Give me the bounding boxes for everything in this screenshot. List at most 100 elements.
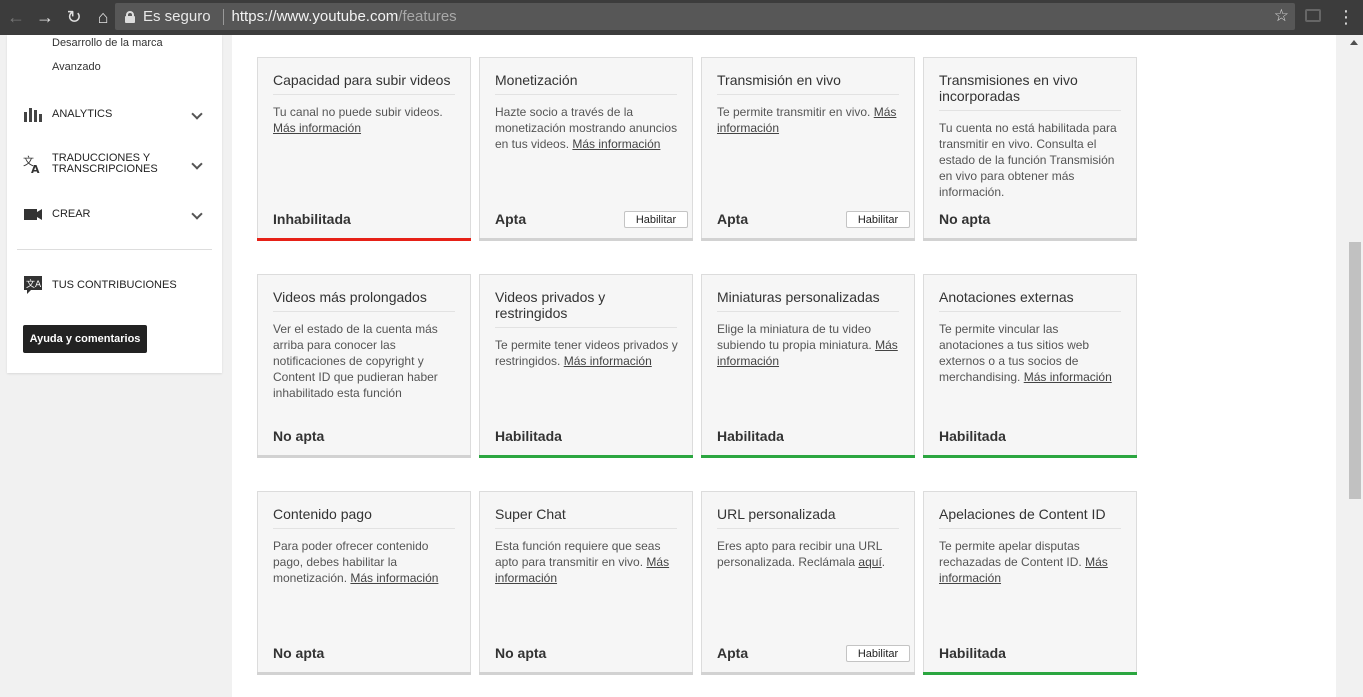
card-title: URL personalizada [717, 506, 899, 529]
help-feedback-button[interactable]: Ayuda y comentarios [23, 325, 147, 353]
home-icon[interactable]: ⌂ [90, 5, 116, 31]
feature-card-super-chat: Super Chat Esta función requiere que sea… [479, 491, 693, 675]
lock-icon [125, 10, 135, 23]
status-label: Apta [717, 211, 749, 227]
svg-text:文A: 文A [26, 278, 42, 290]
reload-icon[interactable]: ↻ [61, 5, 87, 31]
chevron-down-icon [191, 158, 203, 170]
sidebar-item-label: TRADUCCIONES Y TRANSCRIPCIONES [52, 153, 158, 175]
status-label: No apta [939, 211, 991, 227]
status-bar [923, 455, 1137, 458]
status-bar [701, 238, 915, 241]
sidebar-item-create[interactable]: CREAR [7, 197, 222, 231]
url-host: https://www.youtube.com [231, 8, 399, 25]
card-description: Te permite vincular las anotaciones a tu… [939, 321, 1123, 385]
card-description: Tu cuenta no está habilitada para transm… [939, 121, 1117, 199]
sidebar-item-translations[interactable]: 文 A TRADUCCIONES Y TRANSCRIPCIONES [7, 147, 222, 181]
status-label: Habilitada [939, 645, 1006, 661]
status-bar [923, 672, 1137, 675]
claim-here-link[interactable]: aquí [858, 555, 881, 569]
feature-card-monetization: Monetización Hazte socio a través de la … [479, 57, 693, 241]
status-label: Habilitada [717, 428, 784, 444]
status-label: Habilitada [939, 428, 1006, 444]
feature-card-paid-content: Contenido pago Para poder ofrecer conten… [257, 491, 471, 675]
back-arrow-icon[interactable]: ← [3, 5, 29, 31]
url-path: /features [398, 8, 457, 25]
secure-label: Es seguro [143, 8, 211, 25]
enable-button[interactable]: Habilitar [846, 645, 910, 662]
status-label: Apta [495, 211, 527, 227]
features-panel: Capacidad para subir videos Tu canal no … [232, 35, 1336, 697]
analytics-icon [24, 108, 42, 122]
card-title: Miniaturas personalizadas [717, 289, 899, 312]
feature-card-private-videos: Videos privados y restringidos Te permit… [479, 274, 693, 458]
feature-card-custom-thumbnails: Miniaturas personalizadas Elige la minia… [701, 274, 915, 458]
contributions-icon: 文A [24, 276, 42, 294]
card-title: Anotaciones externas [939, 289, 1121, 312]
video-camera-icon [24, 209, 42, 220]
feature-card-content-id-appeals: Apelaciones de Content ID Te permite ape… [923, 491, 1137, 675]
period-text: . [881, 555, 886, 569]
status-label: No apta [273, 645, 325, 661]
more-info-link[interactable]: Más información [350, 571, 438, 585]
sidebar-link-advanced[interactable]: Avanzado [52, 61, 101, 73]
feature-card-external-annotations: Anotaciones externas Te permite vincular… [923, 274, 1137, 458]
status-label: Inhabilitada [273, 211, 351, 227]
sidebar-item-analytics[interactable]: ANALYTICS [7, 97, 222, 131]
feature-card-custom-url: URL personalizada Eres apto para recibir… [701, 491, 915, 675]
browser-menu-icon[interactable]: ⋮ [1337, 6, 1355, 28]
status-bar [257, 455, 471, 458]
scrollbar-thumb[interactable] [1349, 242, 1361, 499]
status-bar [923, 238, 1137, 241]
enable-button[interactable]: Habilitar [846, 211, 910, 228]
sidebar-link-brand[interactable]: Desarrollo de la marca [52, 37, 163, 49]
more-info-link[interactable]: Más información [564, 354, 652, 368]
card-title: Transmisiones en vivo incorporadas [939, 72, 1121, 111]
card-description: Tu canal no puede subir videos. Más infor… [273, 104, 457, 136]
description-text: Elige la miniatura de tu video subiendo … [717, 322, 872, 352]
forward-arrow-icon[interactable]: → [32, 5, 58, 31]
status-bar [257, 672, 471, 675]
card-title: Transmisión en vivo [717, 72, 899, 95]
sidebar-item-label: ANALYTICS [52, 107, 113, 120]
status-label: Habilitada [495, 428, 562, 444]
card-title: Super Chat [495, 506, 677, 529]
sidebar-item-label: CREAR [52, 207, 91, 220]
omnibox-separator [222, 8, 224, 25]
status-label: No apta [495, 645, 547, 661]
card-description: Te permite transmitir en vivo. Más infor… [717, 104, 901, 136]
card-title: Monetización [495, 72, 677, 95]
sidebar: Desarrollo de la marca Avanzado ANALYTIC… [7, 35, 222, 373]
bookmark-star-icon[interactable]: ☆ [1274, 6, 1289, 26]
description-text: Te permite apelar disputas rechazadas de… [939, 539, 1082, 569]
status-bar [701, 455, 915, 458]
address-bar[interactable]: Es seguro https://www.youtube.com/featur… [115, 3, 1295, 30]
card-description: Eres apto para recibir una URL personali… [717, 538, 901, 570]
card-description: Elige la miniatura de tu video subiendo … [717, 321, 901, 369]
card-title: Contenido pago [273, 506, 455, 529]
status-bar [479, 672, 693, 675]
card-description: Para poder ofrecer contenido pago, debes… [273, 538, 457, 586]
more-info-link[interactable]: Más información [1024, 370, 1112, 384]
browser-toolbar: ← → ↻ ⌂ Es seguro https://www.youtube.co… [0, 0, 1363, 35]
status-bar [479, 238, 693, 241]
card-title: Videos privados y restringidos [495, 289, 677, 328]
svg-text:A: A [31, 163, 40, 174]
description-text: Esta función requiere que seas apto para… [495, 539, 661, 569]
enable-button[interactable]: Habilitar [624, 211, 688, 228]
card-description: Ver el estado de la cuenta más arriba pa… [273, 322, 438, 400]
card-title: Apelaciones de Content ID [939, 506, 1121, 529]
card-description: Hazte socio a través de la monetización … [495, 104, 679, 152]
card-title: Videos más prolongados [273, 289, 455, 312]
description-text: Tu canal no puede subir videos. [273, 105, 443, 119]
sidebar-item-contributions[interactable]: 文A TUS CONTRIBUCIONES [7, 268, 222, 302]
card-description: Te permite apelar disputas rechazadas de… [939, 538, 1123, 586]
scroll-up-arrow-icon[interactable] [1350, 40, 1358, 45]
feature-card-upload: Capacidad para subir videos Tu canal no … [257, 57, 471, 241]
more-info-link[interactable]: Más información [273, 121, 361, 135]
description-text: Te permite transmitir en vivo. [717, 105, 871, 119]
sidebar-divider [17, 249, 212, 250]
more-info-link[interactable]: Más información [572, 137, 660, 151]
cast-icon[interactable] [1305, 9, 1321, 22]
translate-icon: 文 A [23, 154, 40, 174]
